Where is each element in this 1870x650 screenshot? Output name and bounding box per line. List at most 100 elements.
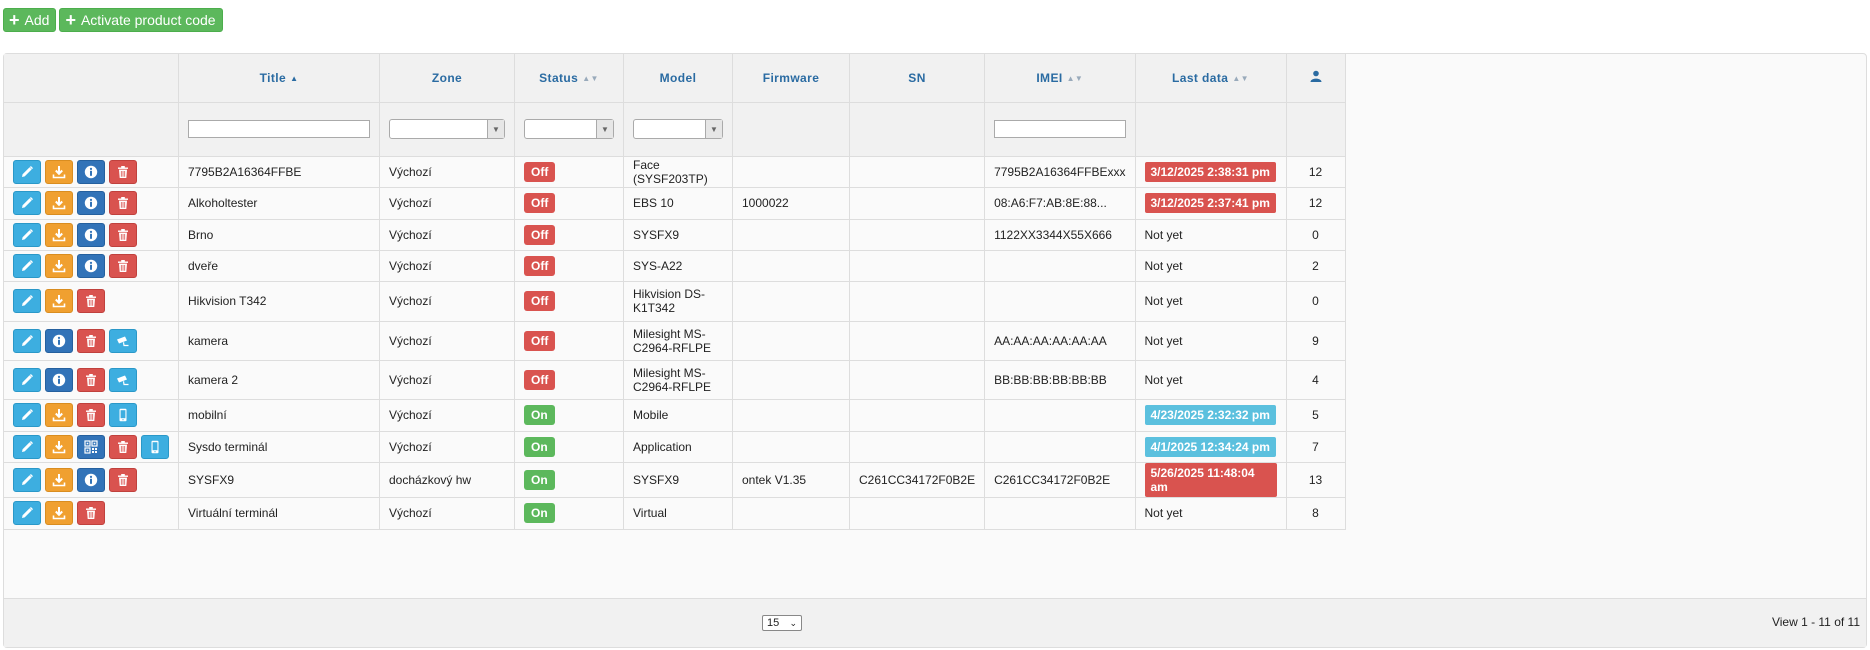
- delete-button[interactable]: [109, 191, 137, 215]
- info-button[interactable]: [77, 222, 105, 247]
- info-button[interactable]: [77, 253, 105, 278]
- table-row[interactable]: mobilní Výchozí On Mobile 4/23/2025 2:32:32 …: [4, 399, 1346, 432]
- cell-last-data: 3/12/2025 2:38:31 pm: [1135, 156, 1287, 188]
- edit-button[interactable]: [13, 328, 41, 353]
- info-icon: [84, 259, 98, 273]
- delete-button[interactable]: [77, 367, 105, 392]
- info-button[interactable]: [77, 159, 105, 184]
- download-button[interactable]: [45, 191, 73, 215]
- qr-button[interactable]: [77, 434, 105, 459]
- device-zone: Výchozí: [389, 258, 432, 273]
- download-button[interactable]: [45, 434, 73, 459]
- camera-button[interactable]: [109, 328, 137, 353]
- edit-button[interactable]: [13, 191, 41, 215]
- cell-last-data: Not yet: [1135, 250, 1287, 282]
- edit-button[interactable]: [13, 289, 41, 313]
- table-row[interactable]: Alkoholtester Výchozí Off EBS 10 1000022 08:A…: [4, 187, 1346, 220]
- delete-button[interactable]: [109, 159, 137, 184]
- table-body: 7795B2A16364FFBE Výchozí Off Face (SYSF203T…: [4, 156, 1346, 530]
- table-row[interactable]: Sysdo terminál Výchozí On Application 4/1/20…: [4, 431, 1346, 463]
- page-size-select[interactable]: 15 ⌄: [762, 615, 802, 631]
- mobile-button[interactable]: [141, 434, 169, 459]
- cell-zone: Výchozí: [379, 219, 515, 251]
- info-button[interactable]: [45, 367, 73, 392]
- view-records-info: View 1 - 11 of 11: [1771, 615, 1860, 629]
- cell-status: Off: [514, 187, 624, 220]
- edit-button[interactable]: [13, 367, 41, 392]
- edit-button[interactable]: [13, 434, 41, 459]
- device-title: dveře: [188, 258, 219, 273]
- download-button[interactable]: [45, 222, 73, 247]
- download-button[interactable]: [45, 289, 73, 313]
- activate-product-code-button[interactable]: + Activate product code: [59, 8, 223, 32]
- mobile-button[interactable]: [109, 403, 137, 427]
- col-firmware[interactable]: Firmware: [732, 54, 850, 103]
- delete-button[interactable]: [109, 467, 137, 492]
- table-row[interactable]: dveře Výchozí Off SYS-A22 Not yet 2: [4, 250, 1346, 282]
- table-row[interactable]: SYSFX9 docházkový hw On SYSFX9 ontek V1.35 C2…: [4, 462, 1346, 498]
- edit-button[interactable]: [13, 222, 41, 247]
- download-button[interactable]: [45, 159, 73, 184]
- col-sn[interactable]: SN: [849, 54, 986, 103]
- col-imei[interactable]: IMEI ▲▼: [984, 54, 1136, 103]
- cell-zone: Výchozí: [379, 431, 515, 463]
- delete-button[interactable]: [77, 289, 105, 313]
- edit-icon: [20, 196, 34, 210]
- row-action-group: [13, 403, 169, 427]
- delete-button[interactable]: [77, 501, 105, 525]
- delete-button[interactable]: [109, 434, 137, 459]
- edit-button[interactable]: [13, 467, 41, 492]
- info-button[interactable]: [77, 467, 105, 492]
- cell-title: kamera 2: [178, 360, 380, 400]
- delete-button[interactable]: [77, 403, 105, 427]
- delete-button[interactable]: [109, 222, 137, 247]
- add-button[interactable]: + Add: [3, 8, 57, 32]
- table-row[interactable]: kamera Výchozí Off Milesight MS-C2964-RFLPE…: [4, 321, 1346, 361]
- col-zone[interactable]: Zone: [379, 54, 515, 103]
- zone-filter-select[interactable]: ▼: [389, 119, 505, 139]
- table-row[interactable]: Brno Výchozí Off SYSFX9 1122XX3344X55X666 Not…: [4, 219, 1346, 251]
- cell-status: Off: [514, 321, 624, 361]
- download-button[interactable]: [45, 501, 73, 525]
- download-button[interactable]: [45, 467, 73, 492]
- delete-button[interactable]: [77, 328, 105, 353]
- cell-last-data: Not yet: [1135, 360, 1287, 400]
- download-icon: [52, 440, 66, 454]
- download-button[interactable]: [45, 253, 73, 278]
- edit-button[interactable]: [13, 403, 41, 427]
- row-actions: [4, 497, 179, 530]
- chevron-down-icon: ▼: [596, 120, 613, 138]
- info-button[interactable]: [77, 191, 105, 215]
- trash-icon: [116, 440, 130, 454]
- edit-button[interactable]: [13, 501, 41, 525]
- col-status[interactable]: Status ▲▼: [514, 54, 624, 103]
- cell-sn: [849, 360, 986, 400]
- table-row[interactable]: Virtuální terminál Výchozí On Virtual Not ye…: [4, 497, 1346, 530]
- edit-button[interactable]: [13, 253, 41, 278]
- camera-button[interactable]: [109, 367, 137, 392]
- col-model[interactable]: Model: [623, 54, 733, 103]
- cell-model: EBS 10: [623, 187, 733, 220]
- info-button[interactable]: [45, 328, 73, 353]
- cell-model: SYSFX9: [623, 462, 733, 498]
- table-row[interactable]: 7795B2A16364FFBE Výchozí Off Face (SYSF203T…: [4, 156, 1346, 188]
- cell-users: 7: [1286, 431, 1346, 463]
- model-filter-select[interactable]: ▼: [633, 119, 723, 139]
- title-filter-input[interactable]: [188, 120, 370, 138]
- imei-filter-input[interactable]: [994, 120, 1126, 138]
- edit-button[interactable]: [13, 159, 41, 184]
- cell-title: dveře: [178, 250, 380, 282]
- cell-title: 7795B2A16364FFBE: [178, 156, 380, 188]
- device-imei: BB:BB:BB:BB:BB:BB: [994, 372, 1107, 387]
- col-users[interactable]: [1286, 54, 1346, 103]
- cell-firmware: [732, 281, 850, 322]
- col-last-data[interactable]: Last data ▲▼: [1135, 54, 1287, 103]
- status-filter-select[interactable]: ▼: [524, 119, 614, 139]
- table-row[interactable]: Hikvision T342 Výchozí Off Hikvision DS-K1T…: [4, 281, 1346, 322]
- col-title[interactable]: Title ▲: [178, 54, 380, 103]
- download-button[interactable]: [45, 403, 73, 427]
- delete-button[interactable]: [109, 253, 137, 278]
- table-row[interactable]: kamera 2 Výchozí Off Milesight MS-C2964-RFL…: [4, 360, 1346, 400]
- cell-last-data: Not yet: [1135, 497, 1287, 530]
- device-imei: AA:AA:AA:AA:AA:AA: [994, 333, 1107, 348]
